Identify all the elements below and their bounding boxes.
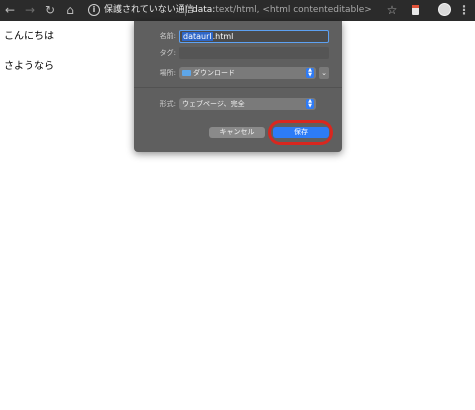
tag-input[interactable] <box>179 47 329 59</box>
filename-extension: .html <box>212 32 234 41</box>
format-select[interactable]: ウェブページ、完全 ▲ ▼ <box>179 98 316 110</box>
menu-icon[interactable]: ⋮ <box>458 3 470 18</box>
location-select[interactable]: ダウンロード ▲ ▼ <box>179 67 316 79</box>
url-rest: text/html, <html contenteditable> <box>215 5 372 15</box>
format-value: ウェブページ、完全 <box>182 100 245 108</box>
location-value: ダウンロード <box>193 69 235 77</box>
back-icon[interactable]: ← <box>4 3 16 18</box>
name-label: 名前: <box>159 32 176 40</box>
folder-icon <box>182 70 191 76</box>
updown-chevron-icon: ▲ ▼ <box>306 68 314 78</box>
page-text-line-2[interactable]: さようなら <box>4 57 54 72</box>
format-label: 形式: <box>159 100 176 108</box>
home-icon[interactable]: ⌂ <box>64 3 76 18</box>
filename-input[interactable]: dataurl.html <box>179 30 329 43</box>
browser-toolbar: ← → ↻ ⌂ i 保護されていない通信 data:text/html, <ht… <box>0 0 475 21</box>
reload-icon[interactable]: ↻ <box>44 3 56 18</box>
location-label: 場所: <box>159 69 176 77</box>
dialog-divider <box>134 87 342 88</box>
chevron-down-icon: ⌄ <box>321 69 327 77</box>
extension-icon[interactable] <box>412 5 419 15</box>
page-text-line-1[interactable]: こんにちは <box>4 27 54 42</box>
address-bar-url[interactable]: data:text/html, <html contenteditable> <box>192 3 372 18</box>
save-button-highlight-ring <box>268 120 333 145</box>
star-icon[interactable]: ☆ <box>386 3 398 18</box>
updown-chevron-icon: ▲ ▼ <box>306 99 314 109</box>
profile-avatar[interactable] <box>438 3 451 16</box>
info-icon[interactable]: i <box>88 4 100 16</box>
security-status-text[interactable]: 保護されていない通信 <box>104 3 194 18</box>
filename-selected-text: dataurl <box>182 32 213 41</box>
forward-icon[interactable]: → <box>24 3 36 18</box>
url-scheme: data: <box>192 5 216 15</box>
tag-label: タグ: <box>159 49 176 57</box>
expand-dialog-button[interactable]: ⌄ <box>319 67 329 79</box>
cancel-button[interactable]: キャンセル <box>209 127 265 138</box>
omnibox-separator <box>185 5 186 16</box>
